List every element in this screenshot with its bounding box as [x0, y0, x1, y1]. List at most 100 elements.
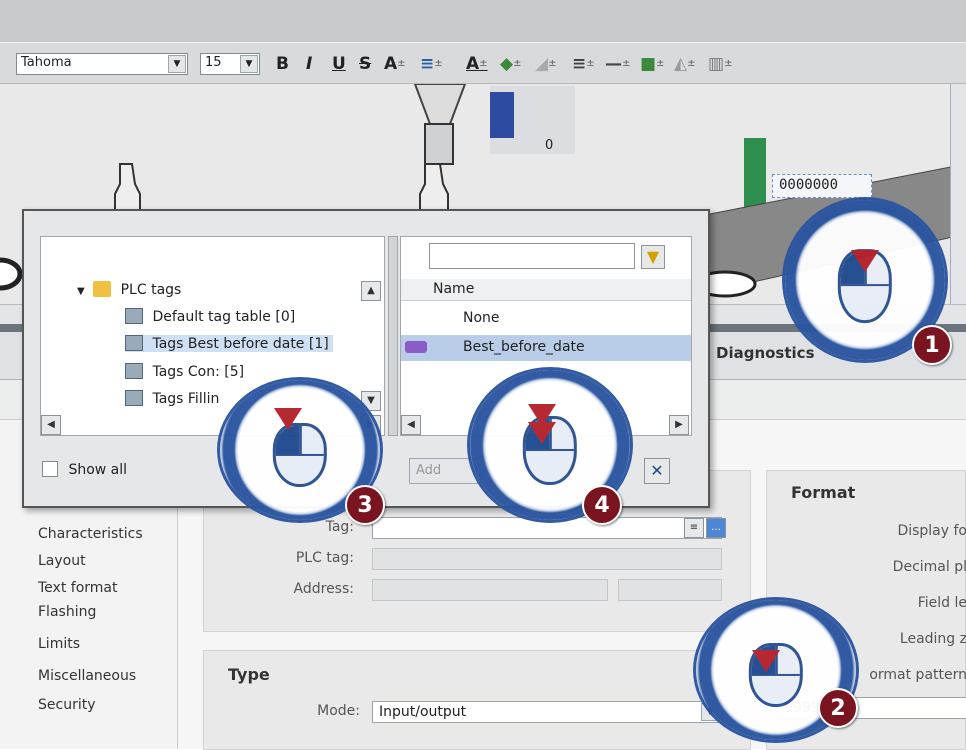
nav-item-flashing[interactable]: Flashing	[38, 604, 96, 620]
gauge-value: 0	[545, 138, 554, 153]
step-badge-4: 4	[582, 485, 622, 525]
tag-table-icon	[125, 308, 143, 324]
mode-value: Input/output	[379, 704, 467, 720]
scroll-left-icon[interactable]: ◀	[401, 415, 421, 435]
bottle-graphic-2	[419, 163, 449, 215]
font-family-select[interactable]: Tahoma ▼	[16, 53, 188, 75]
step-badge-2: 2	[818, 688, 858, 728]
font-grow-button[interactable]: A±	[384, 55, 406, 73]
strikethrough-button[interactable]: S	[359, 55, 371, 73]
io-field[interactable]: 0000000	[772, 174, 872, 198]
tag-table-icon	[125, 390, 143, 406]
rotate-icon[interactable]: ◭±	[674, 55, 695, 73]
tag-icon	[405, 341, 427, 353]
add-label: Add	[416, 463, 442, 478]
step-badge-1: 1	[912, 325, 952, 365]
filter-icon[interactable]: ▼	[641, 245, 665, 269]
plc-tag-field	[372, 548, 722, 570]
tree-item-tags-con[interactable]: Tags Con: [5]	[125, 363, 244, 380]
nav-item-characteristics[interactable]: Characteristics	[38, 526, 143, 542]
funnel-graphic	[413, 83, 467, 125]
mouse-icon	[272, 422, 328, 488]
font-size-select[interactable]: 15 ▼	[200, 53, 260, 75]
scroll-up-icon[interactable]: ▲	[361, 281, 381, 301]
bold-button[interactable]: B	[276, 55, 289, 73]
expand-icon[interactable]: ▼	[77, 286, 85, 297]
click-arrow-icon	[851, 250, 879, 272]
tree-item-tags-filling[interactable]: Tags Fillin	[125, 390, 219, 407]
tag-table-icon	[125, 363, 143, 379]
tab-diagnostics[interactable]: Diagnostics	[716, 344, 815, 362]
tree-item-label: Default tag table [0]	[152, 309, 296, 325]
align-icon[interactable]: ≡±	[420, 55, 443, 73]
pipe-graphic	[424, 123, 454, 165]
tree-item-default-tag-table[interactable]: Default tag table [0]	[125, 308, 295, 325]
font-size-value: 15	[205, 55, 222, 70]
plc-tag-label: PLC tag:	[295, 550, 354, 566]
mode-label: Mode:	[317, 703, 360, 719]
bottle-graphic	[114, 163, 141, 215]
close-icon[interactable]: ✕	[644, 458, 670, 484]
tree-item-count: : [5]	[215, 364, 245, 380]
nav-item-layout[interactable]: Layout	[38, 553, 86, 569]
underline-button[interactable]: U	[332, 55, 346, 73]
shade-icon[interactable]: ■±	[640, 55, 664, 73]
add-button[interactable]: Add	[409, 458, 481, 484]
font-color-button[interactable]: A±	[466, 55, 488, 73]
column-header-name[interactable]: Name	[401, 279, 691, 301]
decimal-places-label: Decimal pl	[892, 559, 966, 575]
step-badge-3: 3	[345, 485, 385, 525]
tree-item-label: Tags Best before date [1]	[152, 336, 329, 352]
field-length-label: Field le	[917, 595, 966, 611]
distribute-icon[interactable]: ▥±	[708, 55, 732, 73]
list-item-label: None	[463, 310, 500, 326]
address-field	[372, 579, 608, 601]
mode-select[interactable]: Input/output ▼	[372, 701, 722, 723]
nav-item-miscellaneous[interactable]: Miscellaneous	[38, 668, 136, 684]
list-item-label: Best_before_date	[463, 339, 585, 355]
type-group: Type Mode: Input/output ▼	[203, 650, 751, 750]
tag-label: Tag:	[325, 519, 354, 535]
browse-button[interactable]: …	[706, 518, 726, 538]
tree-item-plc-tags[interactable]: ▼ PLC tags	[77, 281, 181, 298]
list-icon[interactable]: ≡	[684, 518, 704, 538]
list-item-best-before-date[interactable]: Best_before_date	[401, 335, 691, 361]
click-arrow-icon	[752, 650, 780, 672]
line-color-icon[interactable]: ◢±	[535, 55, 556, 73]
tree-item-label: PLC tags	[120, 282, 182, 298]
checkbox-box[interactable]	[42, 461, 58, 477]
nav-item-limits[interactable]: Limits	[38, 636, 80, 652]
scroll-right-icon[interactable]: ▶	[669, 415, 689, 435]
tree-item-tags-best-before-date[interactable]: Tags Best before date [1]	[125, 335, 333, 352]
format-toolbar: Tahoma ▼ 15 ▼ B I U S A± ≡± A± ◆± ◢± ≡± …	[0, 42, 966, 84]
tag-input[interactable]	[372, 517, 722, 539]
list-item-none[interactable]: None	[401, 307, 691, 331]
show-all-checkbox[interactable]: Show all	[42, 461, 127, 478]
chevron-down-icon[interactable]: ▼	[240, 55, 258, 73]
show-all-label: Show all	[68, 462, 128, 478]
conveyor-roller-left	[0, 257, 23, 291]
nav-item-security[interactable]: Security	[38, 697, 96, 713]
scroll-left-icon[interactable]: ◀	[41, 415, 61, 435]
chevron-down-icon[interactable]: ▼	[168, 55, 186, 73]
tag-table-icon	[125, 335, 143, 351]
italic-button[interactable]: I	[306, 55, 312, 73]
tree-item-label: Tags Fillin	[152, 391, 220, 407]
address-field-2	[618, 579, 722, 601]
vertical-scrollbar[interactable]	[950, 84, 966, 304]
font-family-value: Tahoma	[21, 55, 72, 70]
font-grow-label: A	[384, 54, 398, 74]
font-color-label: A	[466, 54, 480, 74]
io-field-value: 0000000	[779, 177, 839, 193]
line-width-icon[interactable]: —±	[605, 55, 630, 73]
click-arrow-icon	[274, 408, 302, 430]
display-format-label: Display fo	[897, 523, 966, 539]
level-bar	[744, 138, 766, 208]
filter-input[interactable]	[429, 243, 635, 269]
address-label: Address:	[293, 581, 354, 597]
splitter[interactable]	[388, 236, 398, 436]
nav-item-text-format[interactable]: Text format	[38, 580, 117, 596]
tree-item-label: Tags Con	[152, 364, 216, 380]
fill-color-icon[interactable]: ◆±	[500, 55, 521, 73]
line-style-icon[interactable]: ≡±	[572, 55, 595, 73]
